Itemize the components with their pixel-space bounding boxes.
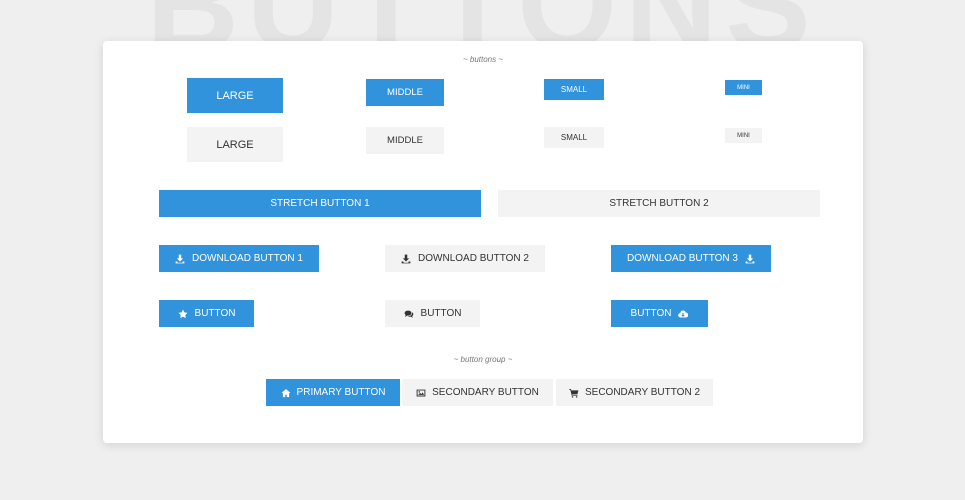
download-icon: [401, 254, 411, 264]
middle-primary-button[interactable]: MIDDLE: [366, 79, 444, 106]
download-button-1-label: DOWNLOAD BUTTON 1: [192, 253, 303, 264]
download-icon: [745, 254, 755, 264]
secondary-group-button[interactable]: SECONDARY BUTTON: [402, 379, 553, 406]
small-secondary-button[interactable]: SMALL: [544, 127, 604, 148]
middle-secondary-button[interactable]: MIDDLE: [366, 127, 444, 154]
cart-icon: [569, 388, 579, 398]
cloud-download-button[interactable]: BUTTON: [611, 300, 708, 327]
primary-group-button-label: PRIMARY BUTTON: [296, 387, 386, 398]
primary-group-button[interactable]: PRIMARY BUTTON: [266, 379, 400, 406]
button-group-section-label: ~ button group ~: [453, 355, 513, 364]
buttons-section-label: ~ buttons ~: [462, 55, 504, 64]
download-button-3-label: DOWNLOAD BUTTON 3: [627, 253, 738, 264]
secondary-group-button-label: SECONDARY BUTTON: [432, 387, 539, 398]
cloud-download-button-label: BUTTON: [630, 308, 672, 319]
mini-secondary-button[interactable]: MINI: [725, 128, 762, 143]
star-button-label: BUTTON: [194, 308, 236, 319]
download-icon: [175, 254, 185, 264]
buttons-card: ~ buttons ~ LARGE MIDDLE SMALL MINI LARG…: [103, 41, 863, 443]
large-secondary-button[interactable]: LARGE: [187, 127, 283, 162]
secondary-group-button-2-label: SECONDARY BUTTON 2: [584, 387, 701, 398]
stretch-button-2[interactable]: STRETCH BUTTON 2: [498, 190, 820, 217]
mini-primary-button[interactable]: MINI: [725, 80, 762, 95]
small-primary-button[interactable]: SMALL: [544, 79, 604, 100]
comments-icon: [404, 309, 414, 319]
secondary-group-button-2[interactable]: SECONDARY BUTTON 2: [556, 379, 713, 406]
image-icon: [416, 388, 426, 398]
home-icon: [281, 388, 291, 398]
stretch-button-1[interactable]: STRETCH BUTTON 1: [159, 190, 481, 217]
large-primary-button[interactable]: LARGE: [187, 78, 283, 113]
comments-button-label: BUTTON: [420, 308, 462, 319]
download-button-1[interactable]: DOWNLOAD BUTTON 1: [159, 245, 319, 272]
download-button-3[interactable]: DOWNLOAD BUTTON 3: [611, 245, 771, 272]
comments-button[interactable]: BUTTON: [385, 300, 480, 327]
download-button-2-label: DOWNLOAD BUTTON 2: [418, 253, 529, 264]
star-button[interactable]: BUTTON: [159, 300, 254, 327]
star-icon: [178, 309, 188, 319]
download-button-2[interactable]: DOWNLOAD BUTTON 2: [385, 245, 545, 272]
cloud-download-icon: [678, 309, 689, 319]
